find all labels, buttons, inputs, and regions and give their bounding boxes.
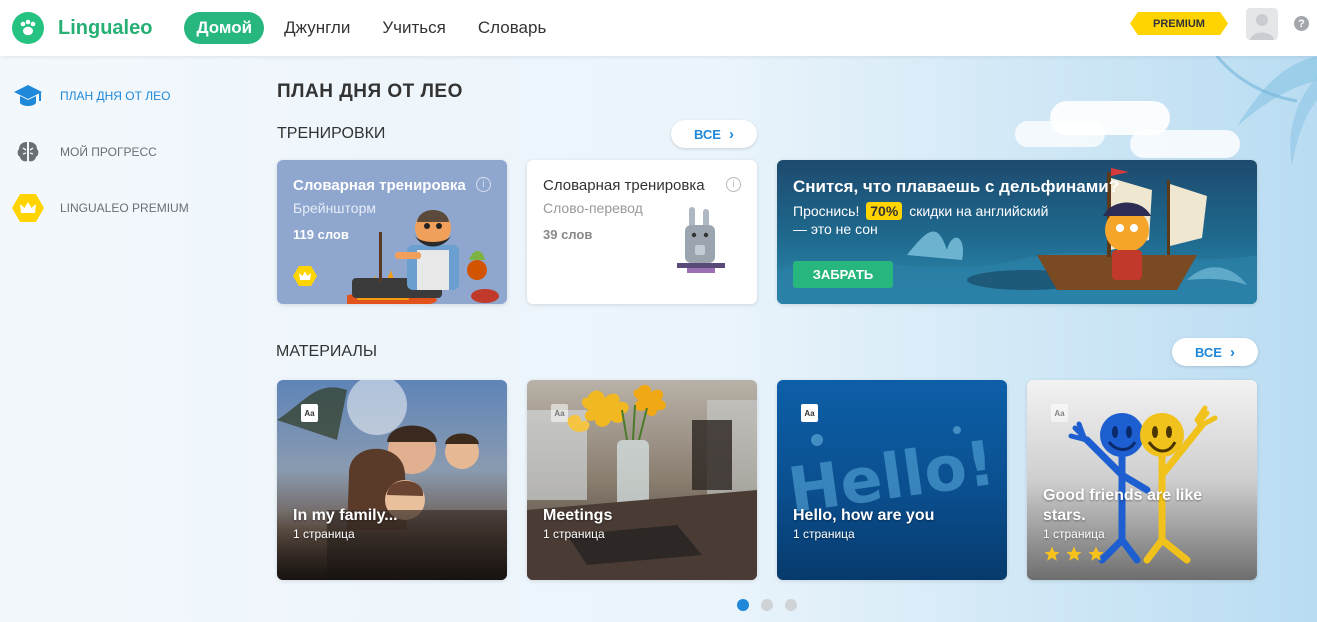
top-header: Lingualeo Домой Джунгли Учиться Словарь … [0, 0, 1317, 56]
sidebar-item-progress[interactable]: МОЙ ПРОГРЕСС [12, 136, 157, 168]
training-title: Словарная тренировка [543, 177, 705, 194]
all-button-label: ВСЕ [1195, 344, 1222, 360]
materials-all-button[interactable]: ВСЕ › [1172, 338, 1258, 366]
star-icon [1066, 546, 1082, 561]
nav-learn[interactable]: Учиться [382, 12, 446, 44]
material-pages: 1 страница [543, 527, 605, 541]
book-icon: Aa [301, 404, 318, 422]
crown-icon [12, 192, 44, 224]
all-button-label: ВСЕ [694, 126, 721, 142]
book-icon: Aa [801, 404, 818, 422]
page-dot-3[interactable] [785, 599, 797, 611]
page-dot-2[interactable] [761, 599, 773, 611]
material-pages: 1 страница [1043, 527, 1105, 541]
sidebar-item-label: LINGUALEO PREMIUM [60, 201, 189, 215]
book-icon: Aa [1051, 404, 1068, 422]
material-card-hello[interactable]: Hello! Aa Hello, how are you 1 страница [777, 380, 1007, 580]
logo[interactable]: Lingualeo [12, 12, 152, 44]
rating-stars [1043, 545, 1105, 563]
material-title: Good friends are like stars. [1043, 487, 1203, 524]
promo-text-line1: Проснись! 70% скидки на английский [793, 202, 1048, 220]
logo-text: Lingualeo [58, 16, 153, 39]
user-silhouette-icon [1250, 14, 1274, 40]
graduation-cap-icon [12, 80, 44, 112]
training-word-count: 119 слов [293, 227, 349, 242]
trainings-all-button[interactable]: ВСЕ › [671, 120, 757, 148]
promo-prefix: Проснись! [793, 203, 860, 219]
material-title: In my family... [293, 507, 398, 524]
training-card-word-translate[interactable]: Словарная тренировка i Слово-перевод 39 … [527, 160, 757, 304]
material-title: Hello, how are you [793, 507, 935, 524]
palm-leaves-decoration [1215, 56, 1317, 166]
promo-text-line2: — это не сон [793, 221, 878, 237]
page-dot-1[interactable] [737, 599, 749, 611]
promo-discount-badge: 70% [866, 202, 903, 220]
book-icon: Aa [551, 404, 568, 422]
paw-logo-icon [12, 12, 44, 44]
training-card-brainstorm[interactable]: Словарная тренировка i Брейншторм 119 сл… [277, 160, 507, 304]
brain-icon [12, 136, 44, 168]
help-icon[interactable]: ? [1294, 16, 1309, 31]
training-title: Словарная тренировка [293, 177, 466, 194]
material-card-family[interactable]: Aa In my family... 1 страница [277, 380, 507, 580]
cloud [1015, 121, 1105, 147]
sidebar-item-day-plan[interactable]: ПЛАН ДНЯ ОТ ЛЕО [12, 80, 171, 112]
sidebar-item-label: ПЛАН ДНЯ ОТ ЛЕО [60, 89, 171, 103]
page-title: ПЛАН ДНЯ ОТ ЛЕО [277, 81, 463, 102]
material-card-meetings[interactable]: Aa Meetings 1 страница [527, 380, 757, 580]
avatar[interactable] [1246, 8, 1278, 40]
premium-badge[interactable]: PREMIUM [1130, 12, 1228, 35]
training-subtitle: Слово-перевод [543, 200, 643, 216]
promo-title: Снится, что плаваешь с дельфинами? [793, 177, 1120, 196]
training-word-count: 39 слов [543, 227, 593, 242]
trainings-section-title: ТРЕНИРОВКИ [277, 125, 386, 142]
star-icon [1044, 546, 1060, 561]
promo-suffix: скидки на английский [909, 203, 1049, 219]
main-nav: Домой Джунгли Учиться Словарь [184, 12, 578, 44]
sidebar-item-premium[interactable]: LINGUALEO PREMIUM [12, 192, 189, 224]
bunny-illustration [677, 207, 725, 273]
material-card-friends[interactable]: Aa Good friends are like stars. 1 страни… [1027, 380, 1257, 580]
premium-crown-icon [293, 266, 317, 286]
materials-section-title: МАТЕРИАЛЫ [276, 343, 378, 360]
leo-cooking-illustration [347, 210, 499, 304]
chevron-right-icon: › [728, 125, 734, 143]
nav-jungle[interactable]: Джунгли [284, 12, 350, 44]
material-pages: 1 страница [293, 527, 355, 541]
info-icon[interactable]: i [476, 177, 491, 192]
promo-claim-button[interactable]: ЗАБРАТЬ [793, 261, 893, 288]
chevron-right-icon: › [1229, 343, 1235, 361]
star-icon [1088, 546, 1104, 561]
promo-banner[interactable]: Снится, что плаваешь с дельфинами? Просн… [777, 160, 1257, 304]
carousel-pagination [737, 599, 797, 611]
info-icon[interactable]: i [726, 177, 741, 192]
nav-dictionary[interactable]: Словарь [478, 12, 546, 44]
nav-home[interactable]: Домой [184, 12, 265, 44]
material-pages: 1 страница [793, 527, 855, 541]
sidebar-item-label: МОЙ ПРОГРЕСС [60, 145, 157, 159]
material-title: Meetings [543, 507, 613, 524]
